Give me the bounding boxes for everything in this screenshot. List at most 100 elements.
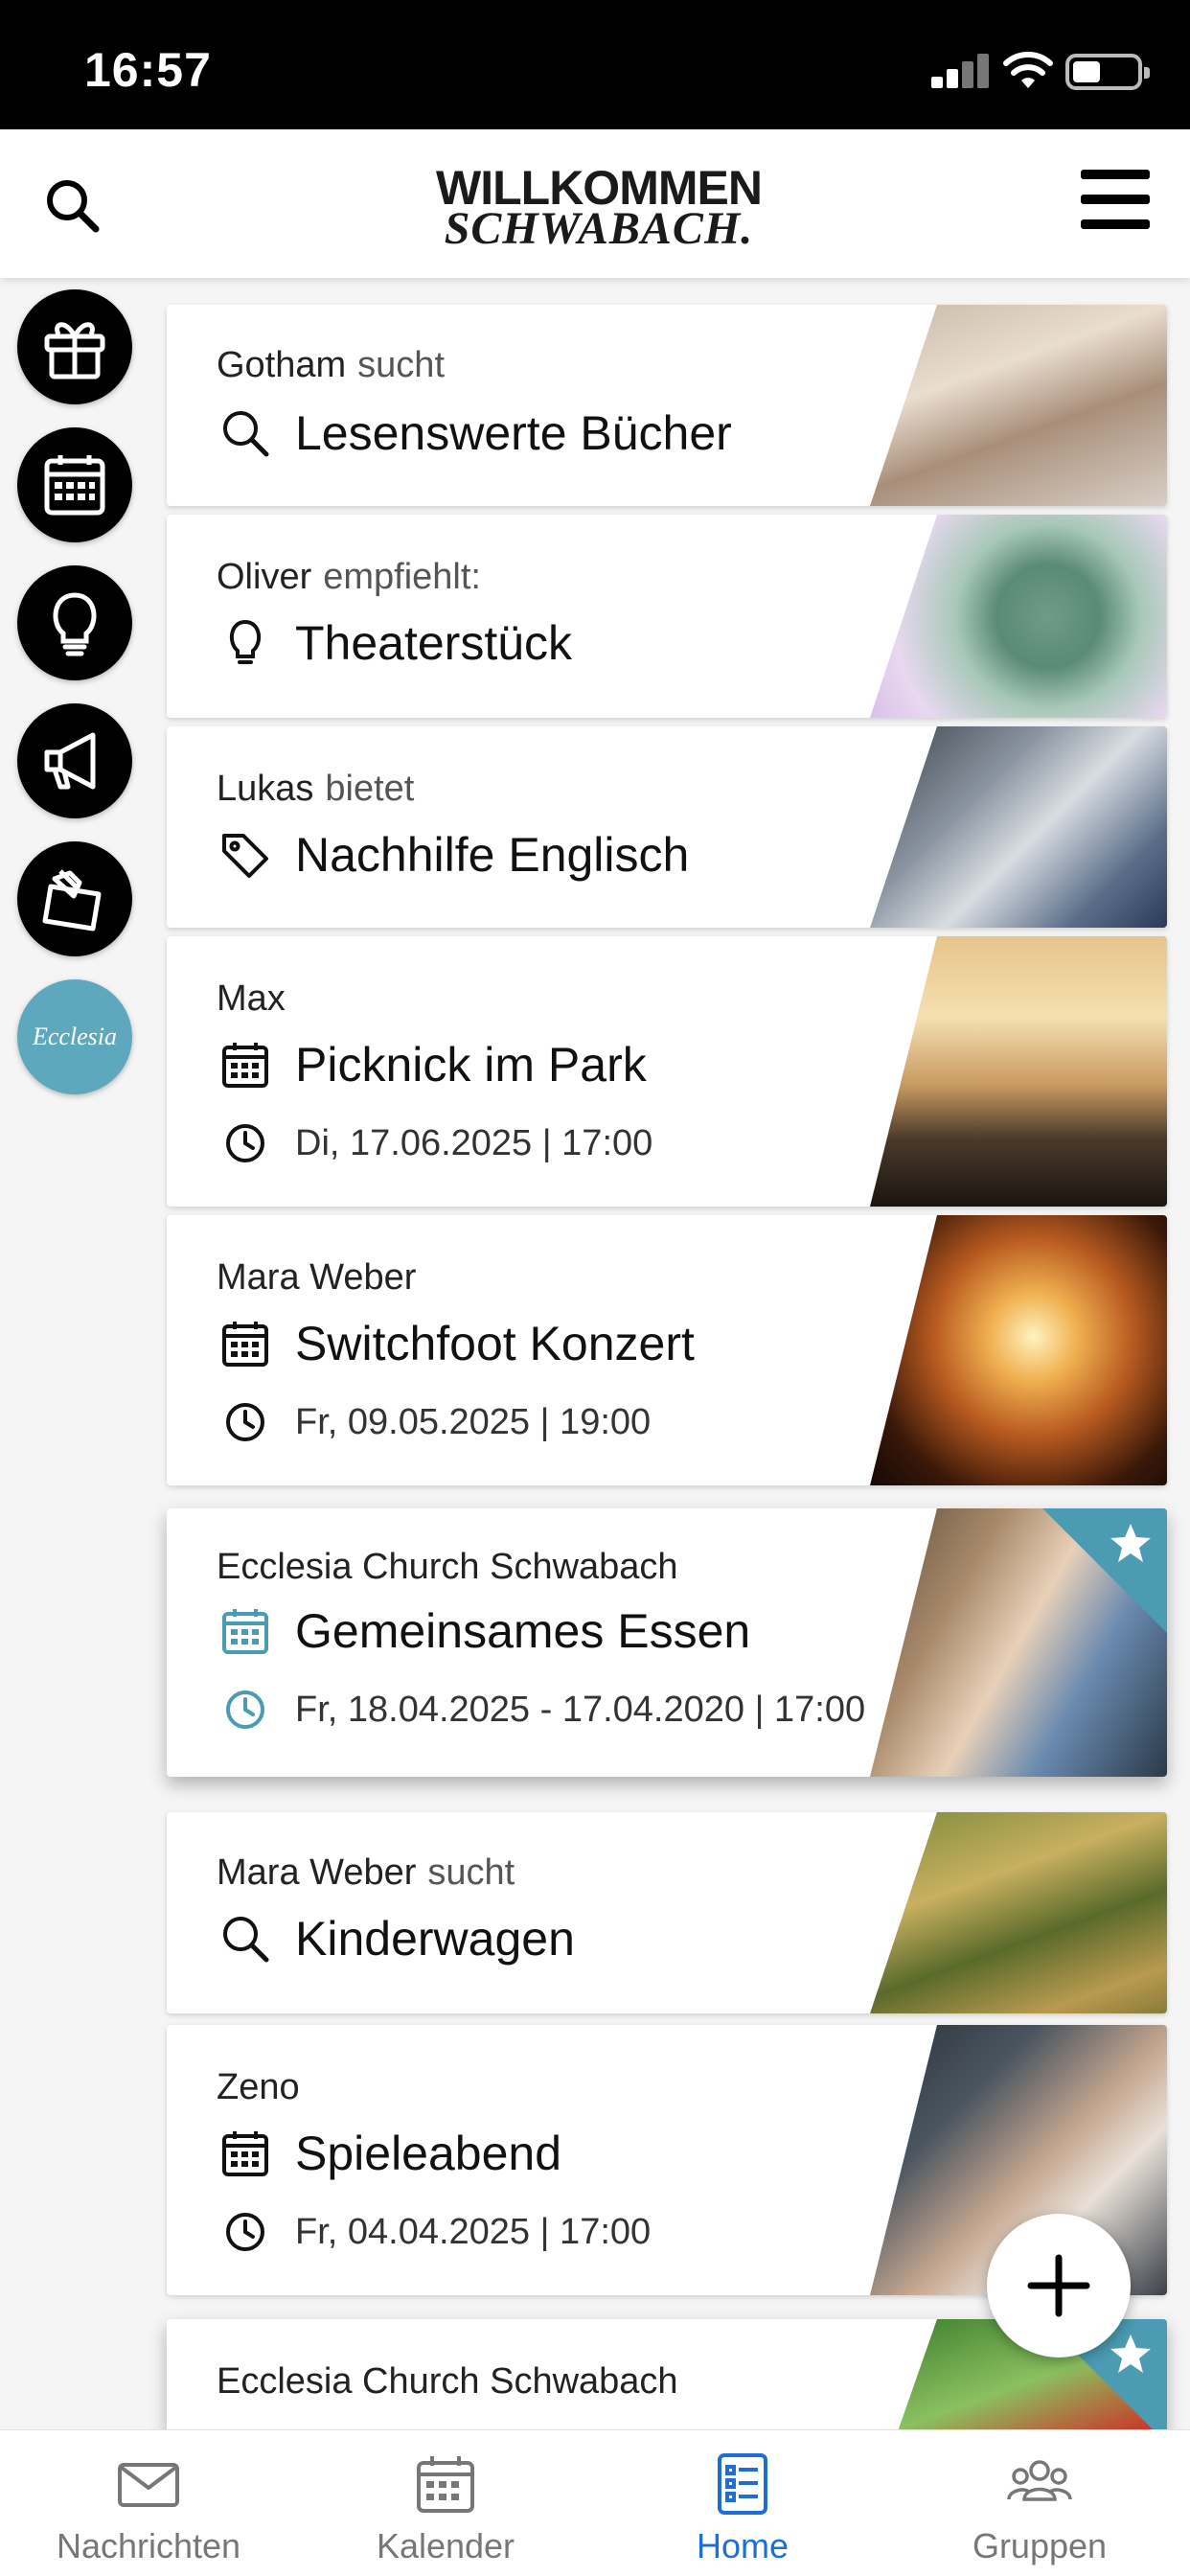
author-verb: bietet (325, 769, 415, 809)
bottom-tab-bar: Nachrichten Kalender Home Gruppen (0, 2429, 1190, 2576)
author-name: Lukas (217, 769, 314, 809)
author-name: Zeno (217, 2067, 300, 2107)
feed-card[interactable]: Mara Weber Switchfoot Konzert Fr, 09.05.… (167, 1215, 1167, 1485)
card-date: Fr, 04.04.2025 | 17:00 (295, 2211, 652, 2252)
author-name: Ecclesia Church Schwabach (217, 2361, 678, 2402)
author-verb: empfiehlt: (323, 557, 481, 597)
clock-icon (226, 2213, 264, 2251)
author-name: Max (217, 978, 286, 1019)
app-header: WILLKOMMEN SCHWABACH. (0, 129, 1190, 278)
card-author: Ecclesia Church Schwabach (217, 1547, 678, 1588)
card-title-row: Theaterstück (217, 614, 572, 672)
card-author: Gotham sucht (217, 345, 445, 386)
card-date: Fr, 18.04.2025 - 17.04.2020 | 17:00 (295, 1689, 866, 1730)
author-verb: sucht (357, 345, 445, 385)
search-icon (223, 1917, 269, 1963)
search-icon (223, 411, 269, 457)
feed-card[interactable]: Oliver empfiehlt: Theaterstück (167, 515, 1167, 718)
calendar-icon (44, 455, 105, 516)
card-author: Oliver empfiehlt: (217, 557, 481, 598)
card-title-row: Switchfoot Konzert (217, 1315, 695, 1372)
feed-card[interactable]: Max Picknick im Park Di, 17.06.2025 | 17… (167, 936, 1167, 1207)
author-name: Ecclesia Church Schwabach (217, 1547, 678, 1587)
tab-label: Nachrichten (56, 2526, 241, 2565)
rail-announce-button[interactable] (17, 703, 132, 818)
card-title: Theaterstück (295, 616, 573, 670)
card-photo-park-family (870, 1812, 1167, 2013)
megaphone-icon (44, 732, 96, 790)
battery-icon (1065, 54, 1150, 90)
rail-pinboard-button[interactable] (17, 841, 132, 956)
lightbulb-icon (229, 619, 262, 664)
tag-icon (222, 834, 268, 878)
feed-card[interactable]: Mara Weber sucht Kinderwagen (167, 1812, 1167, 2013)
card-title: Kinderwagen (295, 1912, 575, 1966)
card-photo-succulent (870, 515, 1167, 718)
featured-feed-card[interactable]: Ecclesia Church Schwabach Gemeinsames Es… (167, 1508, 1167, 1777)
rail-idea-button[interactable] (17, 565, 132, 680)
rail-ecclesia-button[interactable]: Ecclesia (17, 979, 132, 1094)
app-logo[interactable]: WILLKOMMEN SCHWABACH. (422, 164, 776, 252)
card-title: Switchfoot Konzert (295, 1317, 695, 1370)
card-author: Mara Weber sucht (217, 1852, 515, 1894)
card-author: Max (217, 978, 286, 1020)
card-date-row: Fr, 04.04.2025 | 17:00 (217, 2203, 651, 2261)
calendar-icon (222, 1043, 268, 1088)
card-date: Fr, 09.05.2025 | 19:00 (295, 1401, 652, 1442)
card-title: Gemeinsames Essen (295, 1604, 751, 1658)
author-verb: sucht (427, 1852, 515, 1893)
card-title-row: Kinderwagen (217, 1910, 575, 1967)
card-title: Lesenswerte Bücher (295, 406, 732, 460)
rail-calendar-button[interactable] (17, 427, 132, 542)
mail-icon (118, 2463, 179, 2507)
gift-icon (44, 322, 105, 380)
card-date-row: Fr, 09.05.2025 | 19:00 (217, 1393, 651, 1451)
author-name: Gotham (217, 345, 347, 385)
card-title-row: Nachhilfe Englisch (217, 826, 689, 884)
lightbulb-icon (53, 592, 97, 656)
tab-label: Home (696, 2526, 790, 2565)
cellular-signal-icon (931, 54, 989, 88)
logo-line-2: SCHWABACH. (444, 203, 754, 254)
calendar-icon (222, 2131, 268, 2176)
clock-icon (226, 1124, 264, 1162)
card-date: Di, 17.06.2025 | 17:00 (295, 1122, 653, 1163)
hamburger-menu-icon[interactable] (1081, 166, 1150, 235)
group-icon (1007, 2460, 1072, 2501)
card-title-row: Gemeinsames Essen (217, 1602, 750, 1660)
search-icon[interactable] (42, 175, 103, 237)
calendar-icon (222, 1322, 268, 1367)
card-photo-concert (870, 1215, 1167, 1485)
card-title-row: Lesenswerte Bücher (217, 404, 732, 462)
clock-icon (226, 1690, 264, 1729)
featured-star-icon (1042, 1508, 1167, 1633)
author-name: Mara Weber (217, 1852, 417, 1893)
add-button[interactable] (987, 2214, 1131, 2358)
status-bar: 16:57 (0, 0, 1190, 129)
tab-nachrichten[interactable]: Nachrichten (0, 2430, 297, 2576)
feed-card[interactable]: Gotham sucht Lesenswerte Bücher (167, 305, 1167, 506)
card-author: Ecclesia Church Schwabach (217, 2361, 678, 2403)
clock-icon (226, 1403, 264, 1441)
author-name: Mara Weber (217, 1257, 417, 1298)
card-title: Nachhilfe Englisch (295, 828, 690, 882)
list-icon (718, 2453, 767, 2515)
card-author: Lukas bietet (217, 769, 414, 810)
card-author: Mara Weber (217, 1257, 416, 1299)
tab-home[interactable]: Home (594, 2430, 891, 2576)
plus-icon (1027, 2254, 1090, 2317)
status-time: 16:57 (84, 43, 212, 97)
card-photo-books (870, 305, 1167, 506)
ecclesia-logo: Ecclesia (32, 1023, 118, 1050)
feed-card[interactable]: Lukas bietet Nachhilfe Englisch (167, 726, 1167, 928)
author-name: Oliver (217, 557, 312, 597)
card-title: Spieleabend (295, 2127, 562, 2180)
tab-kalender[interactable]: Kalender (297, 2430, 594, 2576)
card-title-row: Picknick im Park (217, 1036, 647, 1093)
card-photo-study (870, 726, 1167, 928)
tab-gruppen[interactable]: Gruppen (891, 2430, 1188, 2576)
calendar-icon (417, 2456, 474, 2513)
rail-gift-button[interactable] (17, 289, 132, 404)
calendar-icon (222, 1609, 268, 1654)
tab-label: Gruppen (972, 2526, 1108, 2565)
